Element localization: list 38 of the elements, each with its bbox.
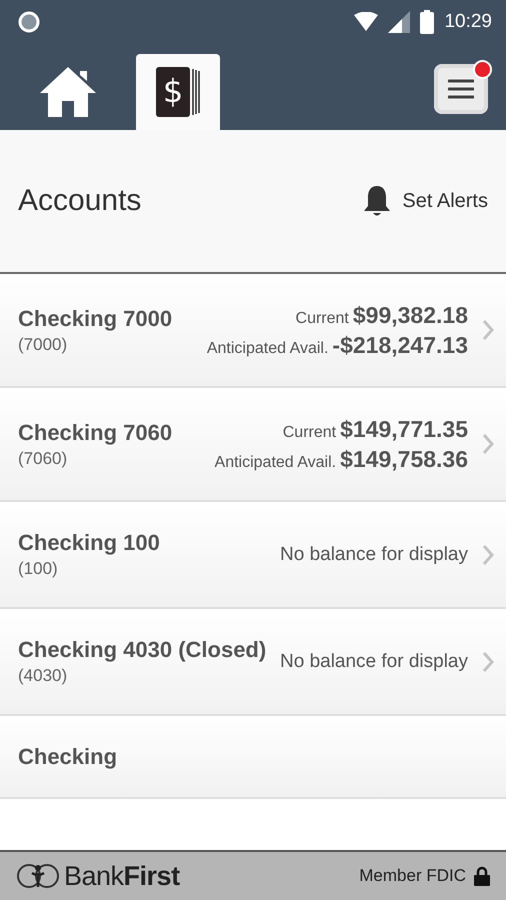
signal-icon: [388, 11, 410, 33]
account-number: (4030): [18, 665, 68, 687]
account-name: Checking: [18, 743, 118, 771]
chevron-right-icon: [482, 650, 494, 672]
balance-label: Anticipated Avail.: [214, 454, 336, 472]
bell-icon: [362, 185, 392, 217]
balance-amount: -$218,247.13: [332, 331, 468, 360]
home-icon: [38, 65, 98, 119]
chevron-right-icon: [482, 544, 494, 566]
balance-amount: $149,758.36: [340, 445, 468, 474]
balance-label: Current: [282, 424, 336, 442]
member-fdic-text: Member FDIC: [359, 866, 466, 886]
set-alerts-button[interactable]: Set Alerts: [362, 185, 488, 217]
accounts-tab[interactable]: $: [136, 54, 220, 130]
balance-amount: $149,771.35: [340, 415, 468, 444]
account-name: Checking 4030 (Closed): [18, 636, 268, 664]
bank-name: BankFirst: [64, 860, 180, 892]
balance-label: Current: [296, 310, 349, 328]
account-name: Checking 7060: [18, 418, 174, 446]
no-balance-message: No balance for display: [280, 544, 468, 566]
account-number: (7000): [18, 334, 68, 356]
clock-time: 10:29: [444, 11, 492, 33]
account-number: (100): [18, 558, 59, 580]
bank-logo-icon: [16, 863, 60, 889]
account-number: (7060): [18, 448, 68, 470]
chevron-right-icon: [482, 319, 494, 341]
wifi-icon: [354, 12, 378, 32]
lock-icon: [474, 866, 490, 886]
menu-icon: [448, 79, 474, 99]
chevron-right-icon: [482, 433, 494, 455]
account-name: Checking 100: [18, 529, 161, 557]
battery-icon: [420, 10, 434, 34]
account-name: Checking 7000: [18, 304, 174, 332]
balance-amount: $99,382.18: [352, 301, 468, 330]
notification-dot-icon: [18, 11, 40, 33]
no-balance-message: No balance for display: [280, 650, 468, 672]
balance-label: Anticipated Avail.: [206, 340, 328, 358]
page-title: Accounts: [18, 184, 142, 218]
